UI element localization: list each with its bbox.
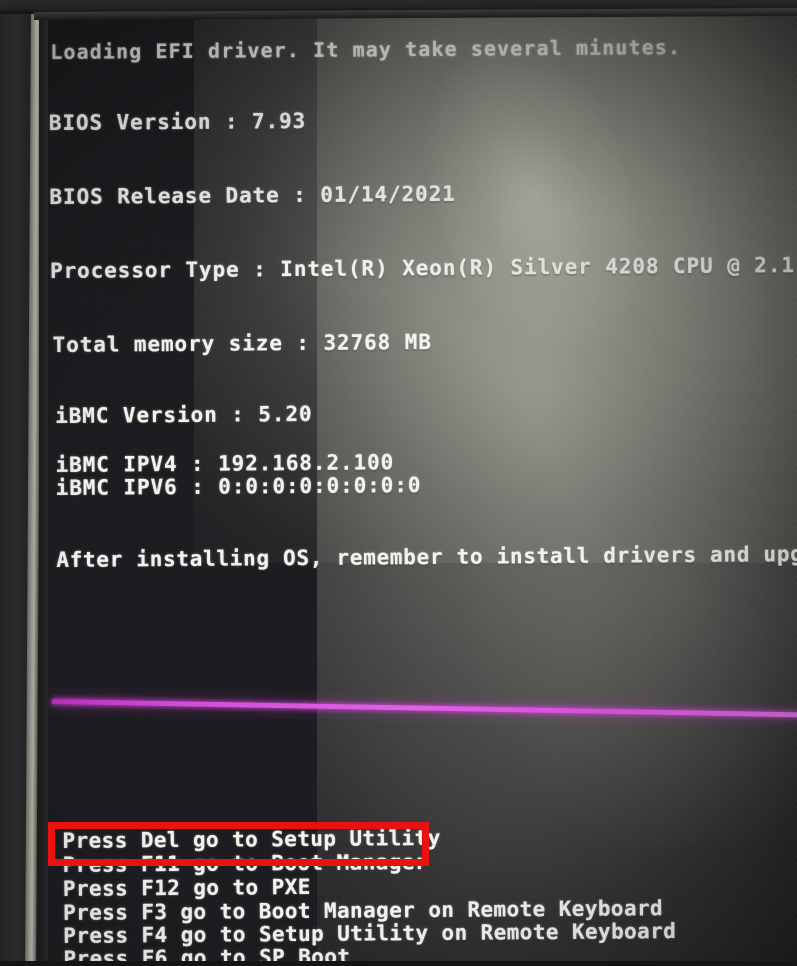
processor-type-line: Processor Type : Intel(R) Xeon(R) Silver…: [49, 253, 795, 283]
bios-version-line: BIOS Version : 7.93: [48, 108, 307, 135]
bios-post-screen: Loading EFI driver. It may take several …: [44, 13, 797, 966]
hotkey-f12-pxe[interactable]: Press F12 go to PXE: [63, 875, 311, 901]
monitor-photo: Loading EFI driver. It may take several …: [0, 0, 797, 966]
bios-release-date-line: BIOS Release Date : 01/14/2021: [49, 181, 456, 209]
monitor-bezel-left-inner: [39, 0, 48, 966]
total-memory-size-line: Total memory size : 32768 MB: [52, 329, 432, 357]
post-install-note-line: After installing OS, remember to install…: [56, 542, 797, 572]
monitor-bezel-bottom: [0, 961, 797, 966]
loading-status-line: Loading EFI driver. It may take several …: [50, 34, 682, 64]
ibmc-ipv6-line: iBMC IPV6 : 0:0:0:0:0:0:0:0: [55, 473, 422, 500]
ibmc-version-line: iBMC Version : 5.20: [55, 401, 313, 428]
highlight-box-setup-utility: [48, 822, 429, 866]
hotkey-f4-setup-utility-remote[interactable]: Press F4 go to Setup Utility on Remote K…: [63, 919, 676, 948]
